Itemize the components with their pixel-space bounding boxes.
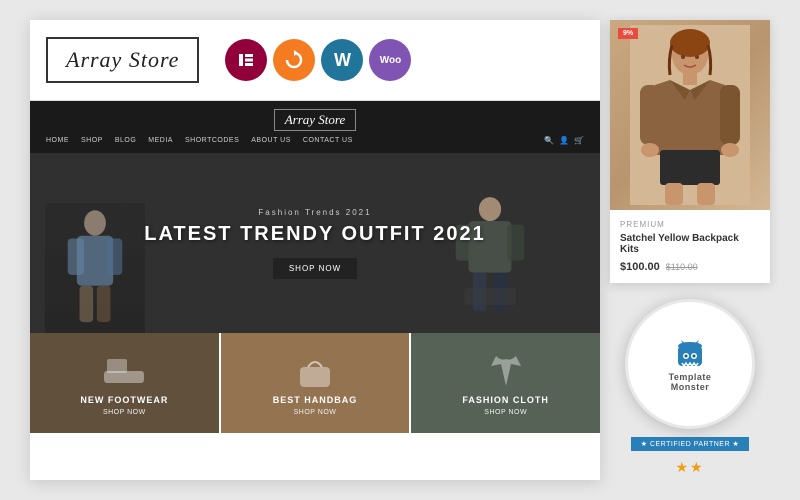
fashion-label: FASHION CLOTH [462, 395, 549, 405]
site-logo-inner: Array Store [274, 109, 357, 131]
fashion-sub[interactable]: SHOP NOW [484, 409, 527, 416]
price-old: $110.00 [666, 262, 698, 272]
hero-section: Fashion Trends 2021 LATEST TRENDY OUTFIT… [30, 153, 600, 333]
product-image: 9% [610, 20, 770, 210]
woocommerce-icon: Woo [369, 39, 411, 81]
category-handbag[interactable]: BEST HANDBAG SHOP NOW [221, 333, 412, 433]
cart-icon[interactable]: 🛒 [574, 136, 584, 145]
account-icon[interactable]: 👤 [559, 136, 569, 145]
tech-icons-row: W Woo [225, 39, 411, 81]
handbag-image [290, 351, 340, 391]
nav-about[interactable]: ABOUT US [251, 137, 291, 144]
tm-stars: ★★ [675, 459, 704, 476]
main-logo: Array Store [46, 37, 199, 83]
product-figure [630, 25, 750, 205]
nav-shortcodes[interactable]: SHORTCODES [185, 137, 239, 144]
hero-content: Fashion Trends 2021 LATEST TRENDY OUTFIT… [144, 208, 486, 279]
refresh-icon [273, 39, 315, 81]
product-info: PREMIUM Satchel Yellow Backpack Kits $10… [610, 210, 770, 283]
category-footwear[interactable]: NEW FOOTWEAR SHOP NOW [30, 333, 221, 433]
nav-shop[interactable]: SHOP [81, 137, 103, 144]
product-price: $100.00 $110.00 [620, 261, 760, 273]
footwear-sub[interactable]: SHOP NOW [103, 409, 146, 416]
wordpress-icon: W [321, 39, 363, 81]
hero-cta-button[interactable]: SHOP NOW [273, 258, 357, 279]
tm-name: TemplateMonster [669, 372, 712, 392]
hero-title: LATEST TRENDY OUTFIT 2021 [144, 223, 486, 246]
footwear-label: NEW FOOTWEAR [80, 395, 168, 405]
nav-links: HOME SHOP BLOG MEDIA SHORTCODES ABOUT US… [46, 136, 584, 145]
categories-section: NEW FOOTWEAR SHOP NOW BEST HANDBAG SHOP … [30, 333, 600, 433]
product-name: Satchel Yellow Backpack Kits [620, 233, 760, 255]
nav-icons: 🔍 👤 🛒 [544, 136, 584, 145]
site-preview: Array Store HOME SHOP BLOG MEDIA SHORTCO… [30, 100, 600, 433]
product-tag: PREMIUM [620, 220, 760, 229]
right-panel: 9% [610, 20, 770, 476]
category-fashion[interactable]: FASHION CLOTH SHOP NOW [411, 333, 600, 433]
person-left-silhouette [45, 203, 145, 333]
hero-subtitle: Fashion Trends 2021 [144, 208, 486, 217]
nav-blog[interactable]: BLOG [115, 137, 136, 144]
handbag-sub[interactable]: SHOP NOW [294, 409, 337, 416]
price-current: $100.00 [620, 261, 660, 273]
template-monster-badge: TemplateMonster ★ CERTIFIED PARTNER ★ ★★ [610, 299, 770, 476]
nav-media[interactable]: MEDIA [148, 137, 173, 144]
nav-contact[interactable]: CONTACT US [303, 137, 353, 144]
fashion-image [481, 351, 531, 391]
search-icon[interactable]: 🔍 [544, 136, 554, 145]
main-preview-card: Array Store W Woo [30, 20, 600, 480]
footwear-image [99, 351, 149, 391]
nav-home[interactable]: HOME [46, 137, 69, 144]
product-card: 9% [610, 20, 770, 283]
site-nav: Array Store HOME SHOP BLOG MEDIA SHORTCO… [30, 101, 600, 153]
tm-badge-circle: TemplateMonster [625, 299, 755, 429]
tm-certified-label: ★ CERTIFIED PARTNER ★ [631, 437, 750, 451]
top-bar: Array Store W Woo [30, 20, 600, 100]
monster-icon [670, 336, 710, 372]
sale-badge: 9% [618, 28, 638, 39]
handbag-label: BEST HANDBAG [273, 395, 358, 405]
elementor-icon [225, 39, 267, 81]
